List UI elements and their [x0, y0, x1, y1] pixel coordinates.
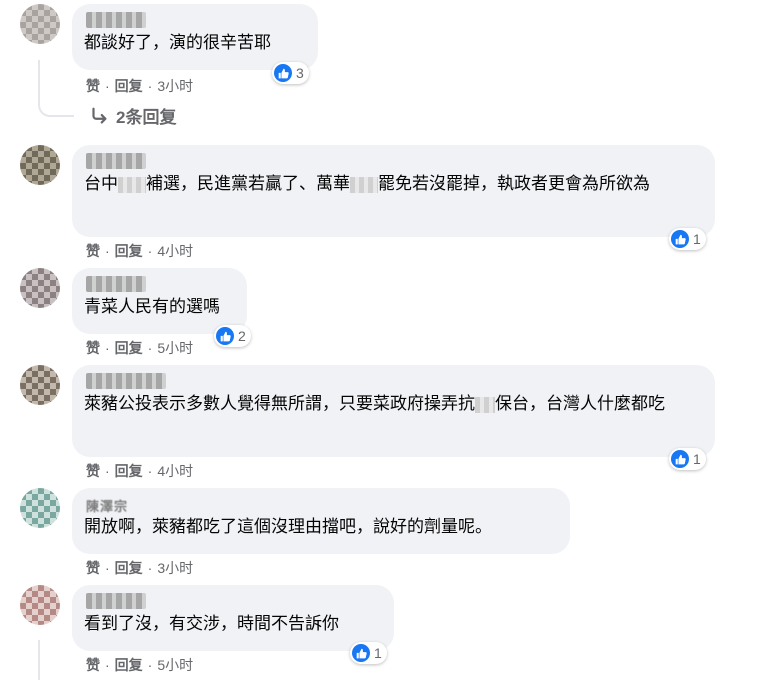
timestamp[interactable]: 3小时	[157, 76, 193, 96]
reaction-count: 1	[693, 231, 701, 247]
comment-bubble: 都談好了，演的很辛苦耶	[72, 4, 318, 70]
reply-button[interactable]: 回复	[115, 241, 143, 261]
author-name[interactable]: 陳澤宗	[86, 496, 558, 514]
comment-actions: 赞 · 回复 · 5小时	[86, 338, 194, 358]
reply-button[interactable]: 回复	[115, 76, 143, 96]
comment-bubble: 陳澤宗 開放啊，萊豬都吃了這個沒理由擋吧，說好的劑量呢。	[72, 488, 570, 554]
comment-text: 都談好了，演的很辛苦耶	[84, 33, 271, 52]
avatar[interactable]	[20, 145, 60, 185]
author-name-redacted[interactable]	[86, 276, 146, 292]
like-button[interactable]: 赞	[86, 338, 100, 358]
redacted-text	[350, 176, 378, 193]
comment-actions: 赞 · 回复 · 4小时	[86, 461, 194, 481]
redacted-text	[118, 176, 146, 193]
avatar[interactable]	[20, 488, 60, 528]
thumbs-up-icon	[671, 450, 689, 468]
timestamp[interactable]: 5小时	[157, 655, 193, 675]
author-name-redacted[interactable]	[86, 12, 146, 28]
avatar[interactable]	[20, 585, 60, 625]
timestamp[interactable]: 4小时	[157, 241, 193, 261]
thumbs-up-icon	[671, 230, 689, 248]
reaction-count: 3	[296, 65, 304, 81]
timestamp[interactable]: 4小时	[157, 461, 193, 481]
comment-bubble: 青菜人民有的選嗎	[72, 268, 247, 334]
thread-line	[38, 60, 74, 117]
reaction-count: 2	[238, 328, 246, 344]
reply-button[interactable]: 回复	[115, 338, 143, 358]
comment-bubble: 看到了沒，有交涉，時間不告訴你	[72, 585, 394, 651]
like-button[interactable]: 赞	[86, 461, 100, 481]
reaction-badge[interactable]: 1	[350, 642, 387, 664]
like-button[interactable]: 赞	[86, 76, 100, 96]
like-button[interactable]: 赞	[86, 655, 100, 675]
redacted-text	[475, 396, 495, 413]
author-name-redacted[interactable]	[86, 373, 166, 389]
reaction-badge[interactable]: 3	[272, 62, 309, 84]
reaction-count: 1	[693, 451, 701, 467]
comment-bubble: 萊豬公投表示多數人覺得無所謂，只要菜政府操弄抗 保台，台灣人什麼都吃	[72, 365, 715, 457]
reaction-badge[interactable]: 1	[669, 448, 706, 470]
timestamp[interactable]: 3小时	[157, 558, 193, 578]
avatar[interactable]	[20, 365, 60, 405]
author-name-redacted[interactable]	[86, 153, 146, 169]
view-replies-label: 2条回复	[116, 108, 177, 127]
like-button[interactable]: 赞	[86, 558, 100, 578]
thumbs-up-icon	[216, 327, 234, 345]
comment-text: 青菜人民有的選嗎	[84, 297, 220, 316]
view-replies-link[interactable]: 2条回复	[88, 103, 176, 128]
comment-bubble: 台中 補選，民進黨若贏了、萬華 罷免若沒罷掉，執政者更會為所欲為	[72, 145, 715, 237]
thumbs-up-icon	[352, 644, 370, 662]
thumbs-up-icon	[274, 64, 292, 82]
reaction-count: 1	[374, 645, 382, 661]
comment-text: 台中 補選，民進黨若贏了、萬華 罷免若沒罷掉，執政者更會為所欲為	[84, 174, 650, 193]
comment-text: 開放啊，萊豬都吃了這個沒理由擋吧，說好的劑量呢。	[84, 517, 492, 536]
thread-line	[38, 640, 40, 680]
avatar[interactable]	[20, 268, 60, 308]
reply-button[interactable]: 回复	[115, 461, 143, 481]
comment-actions: 赞 · 回复 · 4小时	[86, 241, 194, 261]
comment-actions: 赞 · 回复 · 3小时	[86, 558, 194, 578]
comment-actions: 赞 · 回复 · 3小时	[86, 76, 194, 96]
reply-button[interactable]: 回复	[115, 558, 143, 578]
like-button[interactable]: 赞	[86, 241, 100, 261]
comment-actions: 赞 · 回复 · 5小时	[86, 655, 194, 675]
reaction-badge[interactable]: 1	[669, 228, 706, 250]
reply-arrow-icon	[92, 107, 107, 124]
avatar[interactable]	[20, 4, 60, 44]
author-name-redacted[interactable]	[86, 593, 146, 609]
reply-button[interactable]: 回复	[115, 655, 143, 675]
timestamp[interactable]: 5小时	[157, 338, 193, 358]
comment-text: 看到了沒，有交涉，時間不告訴你	[84, 614, 339, 633]
reaction-badge[interactable]: 2	[214, 325, 251, 347]
comment-text: 萊豬公投表示多數人覺得無所謂，只要菜政府操弄抗 保台，台灣人什麼都吃	[84, 394, 665, 413]
